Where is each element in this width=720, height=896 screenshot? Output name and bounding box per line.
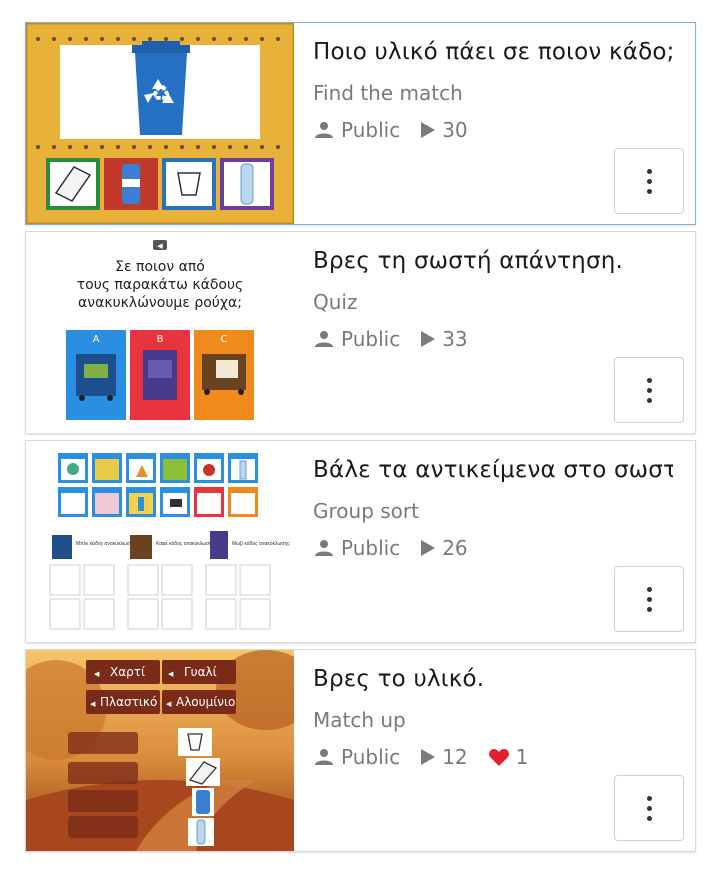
svg-text:♻: ♻ bbox=[151, 82, 171, 107]
activity-thumbnail[interactable]: ◀ Χαρτί ◀ Γυαλί ◀ Πλαστικό ◀ Αλουμίνιο bbox=[26, 650, 294, 851]
quiz-question-line: ανακυκλώνουμε ρούχα; bbox=[78, 295, 242, 311]
play-icon bbox=[420, 121, 436, 139]
group-label: Καφέ κάδος ανακύκλωσης bbox=[156, 540, 215, 547]
like-count: 1 bbox=[515, 745, 529, 769]
heart-icon bbox=[488, 748, 510, 767]
person-icon bbox=[313, 330, 335, 348]
more-options-button[interactable] bbox=[614, 357, 684, 423]
play-icon bbox=[420, 330, 436, 348]
quiz-question-line: Σε ποιον από bbox=[115, 259, 205, 275]
quiz-option-label: B bbox=[157, 334, 164, 345]
more-vertical-icon bbox=[646, 168, 652, 174]
play-count: 30 bbox=[442, 118, 468, 142]
play-icon bbox=[420, 748, 436, 766]
more-vertical-icon bbox=[646, 377, 652, 383]
word-tile: Αλουμίνιο bbox=[176, 695, 235, 709]
activity-type: Group sort bbox=[313, 499, 419, 523]
more-options-button[interactable] bbox=[614, 566, 684, 632]
more-vertical-icon bbox=[646, 586, 652, 592]
visibility-label: Public bbox=[341, 745, 401, 769]
activity-type: Match up bbox=[313, 708, 406, 732]
activity-thumbnail[interactable]: ◀ Σε ποιον από τους παρακάτω κάδους ανακ… bbox=[26, 232, 294, 433]
play-icon bbox=[420, 539, 436, 557]
activity-type: Quiz bbox=[313, 290, 358, 314]
svg-text:◀: ◀ bbox=[157, 242, 163, 250]
svg-text:◀: ◀ bbox=[94, 670, 100, 678]
group-label: Μπλε κάδος ανακύκλωσης bbox=[76, 540, 136, 547]
activity-title[interactable]: Βρες το υλικό. bbox=[313, 666, 673, 692]
activity-card[interactable]: Μπλε κάδος ανακύκλωσης Καφέ κάδος ανακύκ… bbox=[25, 440, 696, 643]
svg-text:◀: ◀ bbox=[166, 700, 172, 708]
activity-title[interactable]: Βρες τη σωστή απάντηση. bbox=[313, 248, 673, 274]
play-count: 26 bbox=[442, 536, 468, 560]
more-vertical-icon bbox=[646, 795, 652, 801]
quiz-option-label: C bbox=[221, 334, 228, 345]
play-count: 12 bbox=[442, 745, 468, 769]
activity-meta: Public 30 bbox=[313, 118, 488, 142]
person-icon bbox=[313, 121, 335, 139]
activity-card[interactable]: ◀ Σε ποιον από τους παρακάτω κάδους ανακ… bbox=[25, 231, 696, 434]
quiz-question-line: τους παρακάτω κάδους bbox=[77, 277, 244, 293]
play-count: 33 bbox=[442, 327, 468, 351]
visibility-label: Public bbox=[341, 327, 401, 351]
word-tile: Πλαστικό bbox=[100, 695, 157, 709]
activity-meta: Public 33 bbox=[313, 327, 488, 351]
activity-card[interactable]: ◀ Χαρτί ◀ Γυαλί ◀ Πλαστικό ◀ Αλουμίνιο Β… bbox=[25, 649, 696, 852]
quiz-option-label: A bbox=[93, 334, 100, 345]
word-tile: Χαρτί bbox=[110, 665, 145, 679]
svg-text:◀: ◀ bbox=[90, 700, 96, 708]
activity-card[interactable]: ♻ Ποιο υλικό πάει σε ποιον κάδο; Find th… bbox=[25, 22, 696, 225]
person-icon bbox=[313, 539, 335, 557]
visibility-label: Public bbox=[341, 118, 401, 142]
group-label: Μωβ κάδος ανακύκλωσης bbox=[232, 540, 290, 547]
more-options-button[interactable] bbox=[614, 775, 684, 841]
svg-text:◀: ◀ bbox=[168, 670, 174, 678]
more-options-button[interactable] bbox=[614, 148, 684, 214]
activity-meta: Public 26 bbox=[313, 536, 488, 560]
person-icon bbox=[313, 748, 335, 766]
visibility-label: Public bbox=[341, 536, 401, 560]
activity-title[interactable]: Βάλε τα αντικείμενα στο σωστό κάδο. bbox=[313, 457, 673, 483]
activity-meta: Public 12 1 bbox=[313, 745, 548, 769]
activity-thumbnail[interactable]: ♻ bbox=[26, 23, 294, 224]
word-tile: Γυαλί bbox=[184, 665, 217, 679]
activity-type: Find the match bbox=[313, 81, 463, 105]
activity-thumbnail[interactable]: Μπλε κάδος ανακύκλωσης Καφέ κάδος ανακύκ… bbox=[26, 441, 294, 642]
activity-title[interactable]: Ποιο υλικό πάει σε ποιον κάδο; bbox=[313, 39, 673, 65]
